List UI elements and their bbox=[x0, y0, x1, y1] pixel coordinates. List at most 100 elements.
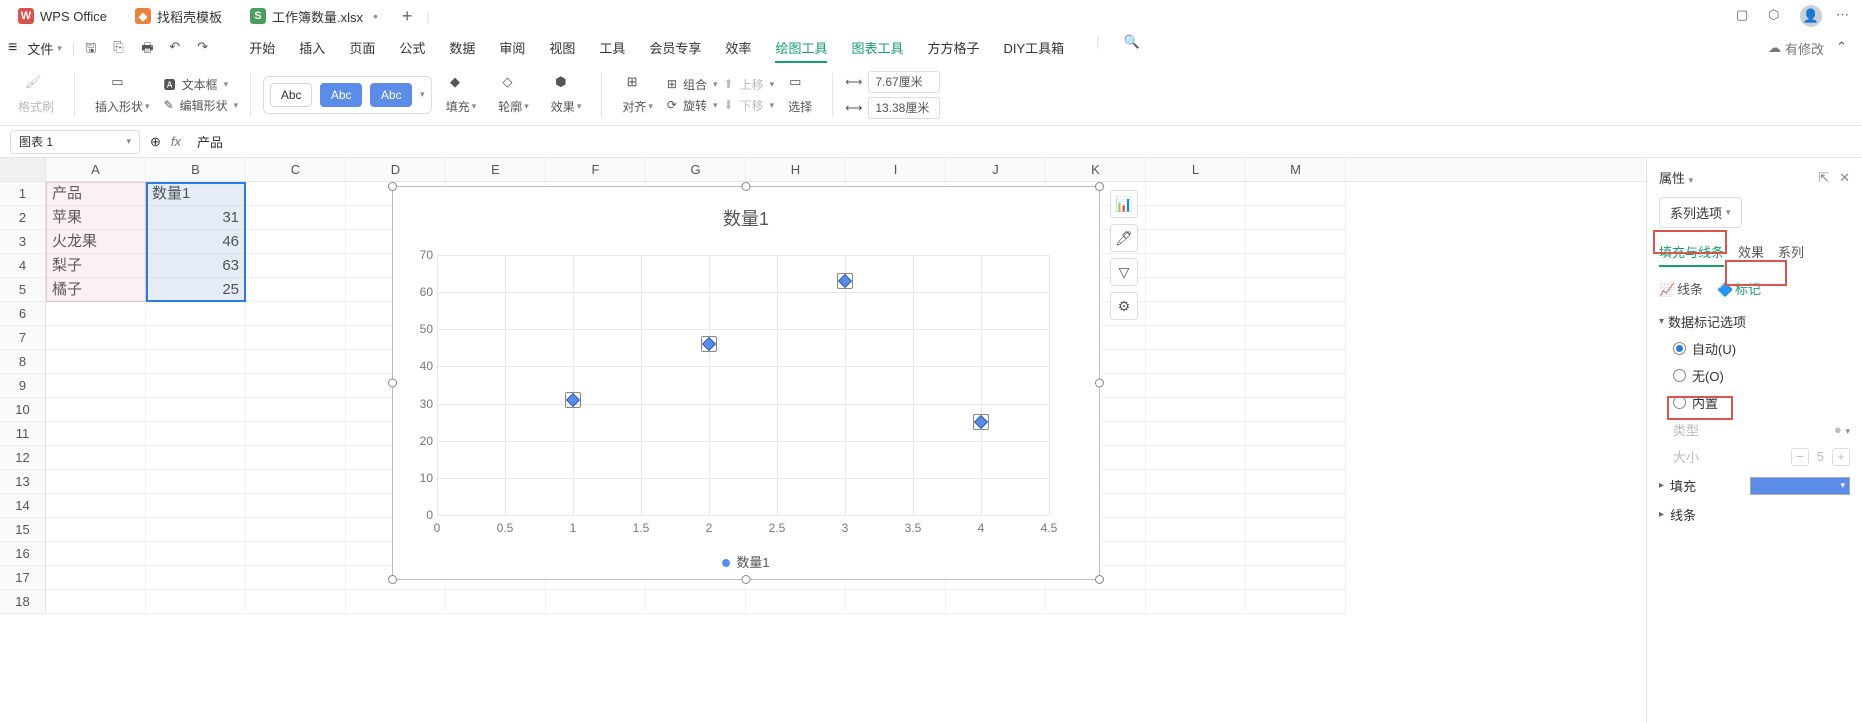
chart-elements-icon[interactable]: 📊 bbox=[1110, 190, 1138, 218]
chart-settings-icon[interactable]: ⚙ bbox=[1110, 292, 1138, 320]
tab-ffgz[interactable]: 方方格子 bbox=[927, 34, 979, 63]
zoom-icon[interactable]: ⊕ bbox=[150, 134, 161, 150]
cell[interactable] bbox=[1246, 422, 1346, 446]
effect-button[interactable]: ⬢效果▾ bbox=[543, 74, 590, 115]
resize-handle[interactable] bbox=[388, 182, 397, 191]
tab-template[interactable]: ◆ 找稻壳模板 bbox=[125, 3, 232, 30]
group-button[interactable]: ⊞ 组合 ▾ bbox=[667, 76, 718, 93]
data-marker[interactable] bbox=[702, 337, 716, 351]
cell[interactable] bbox=[1246, 518, 1346, 542]
cell[interactable] bbox=[1246, 230, 1346, 254]
insert-shape[interactable]: ▭插入形状▾ bbox=[87, 74, 158, 115]
tab-review[interactable]: 审阅 bbox=[499, 34, 525, 63]
cell[interactable] bbox=[1246, 350, 1346, 374]
cell[interactable] bbox=[146, 518, 246, 542]
height-row[interactable]: ⟷ 13.38厘米 bbox=[845, 97, 940, 119]
cell[interactable] bbox=[146, 326, 246, 350]
cell[interactable] bbox=[1146, 302, 1246, 326]
tab-diy[interactable]: DIY工具箱 bbox=[1003, 34, 1064, 63]
cell[interactable] bbox=[246, 230, 346, 254]
tab-workbook[interactable]: S 工作簿数量.xlsx • bbox=[240, 3, 388, 30]
cell[interactable] bbox=[846, 590, 946, 614]
avatar[interactable]: 👤 bbox=[1800, 5, 1822, 27]
subtab-marker[interactable]: 🔷标记 bbox=[1717, 279, 1761, 298]
cell[interactable] bbox=[1146, 374, 1246, 398]
file-menu[interactable]: 文件▾ bbox=[27, 39, 62, 58]
cell[interactable] bbox=[1146, 278, 1246, 302]
cell[interactable] bbox=[46, 422, 146, 446]
plot-area[interactable]: 01020304050607000.511.522.533.544.5 bbox=[437, 255, 1049, 515]
style-1[interactable]: Abc bbox=[270, 83, 312, 107]
tab-data[interactable]: 数据 bbox=[449, 34, 475, 63]
tab-start[interactable]: 开始 bbox=[249, 34, 275, 63]
tab-draw-tools[interactable]: 绘图工具 bbox=[775, 34, 827, 63]
cell[interactable] bbox=[1246, 470, 1346, 494]
cell[interactable] bbox=[246, 374, 346, 398]
cell[interactable] bbox=[146, 374, 246, 398]
col-header[interactable]: G bbox=[646, 158, 746, 181]
outline-section[interactable]: ▸线条 bbox=[1659, 505, 1850, 524]
cell[interactable] bbox=[146, 302, 246, 326]
cell[interactable] bbox=[1246, 254, 1346, 278]
cell[interactable] bbox=[1146, 350, 1246, 374]
chart-title[interactable]: 数量1 bbox=[393, 205, 1099, 231]
cell[interactable] bbox=[146, 470, 246, 494]
row-header[interactable]: 3 bbox=[0, 230, 45, 254]
cell[interactable] bbox=[46, 374, 146, 398]
marker-options-section[interactable]: ▾数据标记选项 bbox=[1659, 312, 1850, 331]
cell[interactable] bbox=[146, 542, 246, 566]
row-header[interactable]: 4 bbox=[0, 254, 45, 278]
col-header[interactable]: E bbox=[446, 158, 546, 181]
radio-builtin[interactable]: 内置 bbox=[1673, 393, 1850, 412]
col-header[interactable]: B bbox=[146, 158, 246, 181]
cell[interactable] bbox=[46, 542, 146, 566]
more-icon[interactable]: ⋯ bbox=[1836, 7, 1854, 25]
close-icon[interactable]: • bbox=[373, 8, 378, 24]
tab-chart-tools[interactable]: 图表工具 bbox=[851, 34, 903, 63]
cell[interactable] bbox=[46, 590, 146, 614]
cell[interactable] bbox=[1146, 398, 1246, 422]
edit-shape[interactable]: ✎ 编辑形状 ▾ bbox=[164, 97, 239, 114]
row-header[interactable]: 2 bbox=[0, 206, 45, 230]
data-marker[interactable] bbox=[974, 415, 988, 429]
cell[interactable] bbox=[1146, 494, 1246, 518]
cell[interactable] bbox=[246, 302, 346, 326]
cell[interactable] bbox=[246, 326, 346, 350]
select-button[interactable]: ▭选择 bbox=[780, 74, 820, 115]
row-header[interactable]: 13 bbox=[0, 470, 45, 494]
cell[interactable] bbox=[246, 518, 346, 542]
tab-effect[interactable]: 效果 bbox=[1738, 242, 1764, 267]
cell[interactable] bbox=[1146, 542, 1246, 566]
row-header[interactable]: 14 bbox=[0, 494, 45, 518]
resize-handle[interactable] bbox=[742, 182, 751, 191]
cell[interactable] bbox=[246, 182, 346, 206]
cell[interactable] bbox=[1046, 590, 1146, 614]
cell[interactable] bbox=[46, 446, 146, 470]
cube-icon[interactable]: ⬡ bbox=[1768, 7, 1786, 25]
fill-swatch[interactable]: ▾ bbox=[1750, 477, 1850, 495]
cell[interactable] bbox=[946, 590, 1046, 614]
row-header[interactable]: 10 bbox=[0, 398, 45, 422]
cell[interactable] bbox=[1246, 278, 1346, 302]
tab-insert[interactable]: 插入 bbox=[299, 34, 325, 63]
cell[interactable] bbox=[246, 446, 346, 470]
collapse-ribbon-icon[interactable]: ⌃ bbox=[1836, 39, 1854, 57]
cell[interactable] bbox=[246, 422, 346, 446]
resize-handle[interactable] bbox=[1095, 182, 1104, 191]
cell[interactable] bbox=[1246, 566, 1346, 590]
row-header[interactable]: 15 bbox=[0, 518, 45, 542]
chart-legend[interactable]: 数量1 bbox=[393, 552, 1099, 571]
cell[interactable] bbox=[246, 206, 346, 230]
style-3[interactable]: Abc bbox=[370, 83, 412, 107]
data-marker[interactable] bbox=[838, 274, 852, 288]
tab-page[interactable]: 页面 bbox=[349, 34, 375, 63]
style-2[interactable]: Abc bbox=[320, 83, 362, 107]
cell[interactable] bbox=[1246, 446, 1346, 470]
cell[interactable] bbox=[746, 590, 846, 614]
export-icon[interactable]: ⎘ bbox=[113, 39, 131, 57]
tab-efficiency[interactable]: 效率 bbox=[725, 34, 751, 63]
col-header[interactable]: K bbox=[1046, 158, 1146, 181]
window-icon[interactable]: ▢ bbox=[1736, 7, 1754, 25]
search-icon[interactable]: 🔍 bbox=[1124, 34, 1142, 52]
cell[interactable] bbox=[1246, 494, 1346, 518]
